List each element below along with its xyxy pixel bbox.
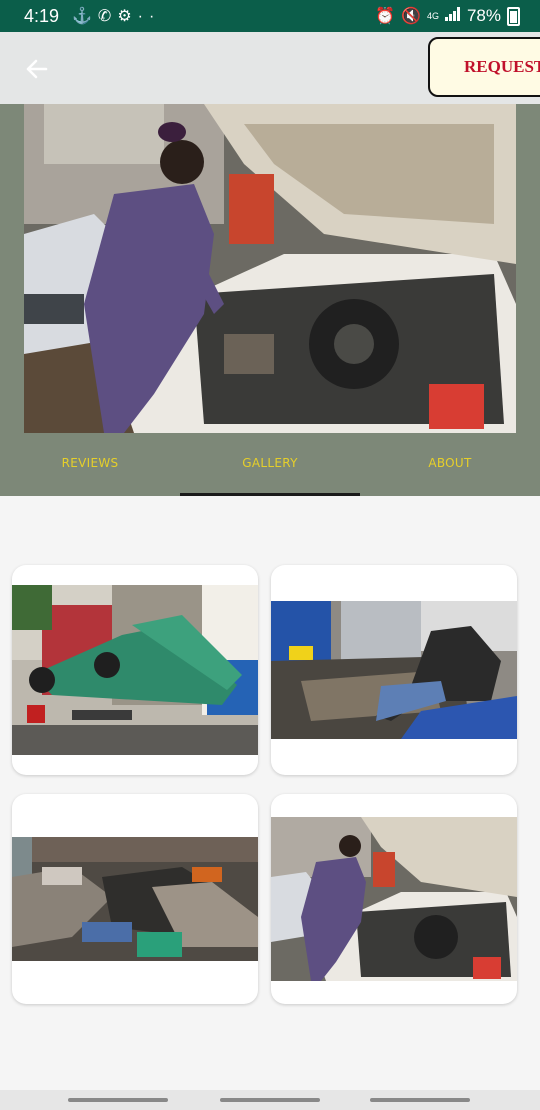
status-time: 4:19 (24, 6, 60, 26)
arrow-left-icon (26, 59, 48, 79)
gallery-card-1[interactable] (12, 565, 258, 775)
tab-about[interactable]: ABOUT (360, 456, 540, 470)
hero-photo (24, 104, 516, 433)
alarm-icon: ⏰ (375, 8, 396, 25)
system-nav-bar (0, 1090, 540, 1110)
status-right: ⏰ 🔇 4G 78% (375, 6, 520, 26)
status-bar: 4:19 ⚓✆⚙·· ⏰ 🔇 4G 78% (0, 0, 540, 32)
notification-icons: ⚓✆⚙·· (72, 6, 160, 26)
nav-recents-button[interactable] (68, 1098, 168, 1102)
back-button[interactable] (22, 54, 52, 84)
network-type: 4G (426, 10, 439, 21)
tab-selected-indicator (180, 493, 360, 496)
ship-wheel-icon: ⚓ (72, 8, 98, 25)
gallery-card-3[interactable] (12, 794, 258, 1004)
request-button[interactable]: REQUEST (428, 37, 540, 97)
hero-section: REVIEWS GALLERY ABOUT (0, 104, 540, 496)
nav-back-button[interactable] (370, 1098, 470, 1102)
scrap-parts-yard-photo (12, 837, 258, 961)
gallery-card-4[interactable] (271, 794, 517, 1004)
nav-home-button[interactable] (220, 1098, 320, 1102)
mechanic-in-car-photo (271, 601, 517, 739)
tipped-pickup-truck-photo (12, 585, 258, 755)
battery-icon (507, 6, 520, 26)
whatsapp-icon: ✆ (97, 8, 118, 25)
tab-reviews[interactable]: REVIEWS (0, 456, 180, 470)
signal-icon (444, 6, 461, 26)
android-auto-icon: ⚙ (117, 8, 138, 25)
battery-text: 78% (466, 6, 501, 25)
mute-icon: 🔇 (401, 8, 421, 25)
tab-gallery[interactable]: GALLERY (180, 456, 360, 470)
gallery-card-2[interactable] (271, 565, 517, 775)
more-dots-icon: ·· (137, 8, 161, 25)
tab-bar: REVIEWS GALLERY ABOUT (0, 456, 540, 486)
mechanic-engine-photo (271, 817, 517, 981)
